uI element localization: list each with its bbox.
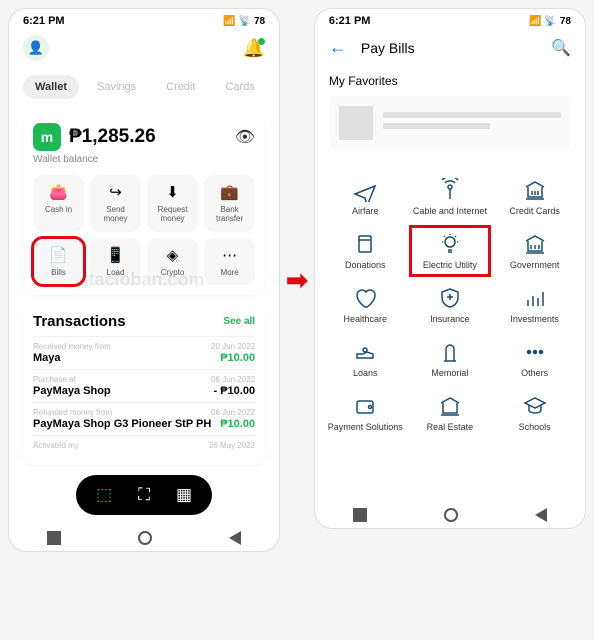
see-all-link[interactable]: See all <box>223 316 255 327</box>
action-bank-transfer[interactable]: 💼Bank transfer <box>204 175 255 232</box>
category-healthcare[interactable]: Healthcare <box>325 280 406 330</box>
send-icon: ↪ <box>94 183 137 201</box>
paybills-header: ← Pay Bills 🔍 <box>315 29 585 66</box>
paybills-screen: 6:21 PM 📶 📡 78 ← Pay Bills 🔍 My Favorite… <box>314 8 586 529</box>
header: 👤 🔔 <box>9 29 279 67</box>
action-cash-in[interactable]: 👛Cash in <box>33 175 84 232</box>
transaction-row[interactable]: Activated my26 May 2022 <box>33 435 255 455</box>
action-crypto[interactable]: ◈Crypto <box>147 238 198 286</box>
home-button[interactable] <box>444 508 458 522</box>
home-button[interactable] <box>138 531 152 545</box>
more-icon: ⋯ <box>208 246 251 264</box>
action-send-money[interactable]: ↪Send money <box>90 175 141 232</box>
maya-logo-icon: m <box>33 123 61 151</box>
wallet-icon <box>327 394 404 418</box>
avatar[interactable]: 👤 <box>23 35 49 61</box>
back-arrow-icon[interactable]: ← <box>329 37 347 58</box>
crypto-icon: ◈ <box>151 246 194 264</box>
bottom-nav-pill: ⬚ ⛶ ▦ <box>76 475 212 515</box>
heart-icon <box>327 286 404 310</box>
transaction-row[interactable]: Received money from20 Jun 2022Maya₱10.00 <box>33 336 255 369</box>
page-title: Pay Bills <box>361 40 537 56</box>
transactions-card: Transactions See all Received money from… <box>23 303 265 465</box>
building-icon <box>496 178 573 202</box>
airplane-icon <box>327 178 404 202</box>
category-government[interactable]: Government <box>494 226 575 276</box>
category-others[interactable]: Others <box>494 334 575 384</box>
wallet-icon: 👛 <box>37 183 80 201</box>
action-more[interactable]: ⋯More <box>204 238 255 286</box>
category-real-estate[interactable]: Real Estate <box>410 388 491 438</box>
time: 6:21 PM <box>329 15 371 27</box>
memorial-icon <box>412 340 489 364</box>
tab-credit[interactable]: Credit <box>154 75 207 99</box>
hand-icon <box>327 340 404 364</box>
request-icon: ⬇ <box>151 183 194 201</box>
recents-button[interactable] <box>47 531 61 545</box>
recents-button[interactable] <box>353 508 367 522</box>
lightbulb-icon <box>412 232 489 256</box>
time: 6:21 PM <box>23 15 65 27</box>
system-nav <box>9 523 279 551</box>
bills-icon: 📄 <box>37 246 80 264</box>
favorites-label: My Favorites <box>329 74 571 88</box>
category-memorial[interactable]: Memorial <box>410 334 491 384</box>
system-nav <box>315 500 585 528</box>
category-electric-utility[interactable]: Electric Utility <box>410 226 491 276</box>
scan-icon[interactable]: ⛶ <box>138 485 150 505</box>
load-icon: 📱 <box>94 246 137 264</box>
transaction-row[interactable]: Refunded money from06 Jun 2022PayMaya Sh… <box>33 402 255 435</box>
favorite-placeholder[interactable] <box>329 96 571 150</box>
balance-card: m ₱1,285.26 👁 Wallet balance 👛Cash in ↪S… <box>23 113 265 295</box>
favorites-section: My Favorites <box>315 66 585 158</box>
chart-icon <box>496 286 573 310</box>
balance-amount: ₱1,285.26 <box>69 126 227 148</box>
category-credit-cards[interactable]: Credit Cards <box>494 172 575 222</box>
status-bar: 6:21 PM 📶 📡 78 <box>315 9 585 29</box>
status-icons: 📶 📡 78 <box>223 16 265 27</box>
category-cable-internet[interactable]: Cable and Internet <box>410 172 491 222</box>
action-grid: 👛Cash in ↪Send money ⬇Request money 💼Ban… <box>33 175 255 285</box>
toggle-visibility-icon[interactable]: 👁 <box>235 127 255 147</box>
category-airfare[interactable]: Airfare <box>325 172 406 222</box>
category-schools[interactable]: Schools <box>494 388 575 438</box>
placeholder-icon <box>339 106 373 140</box>
notifications-button[interactable]: 🔔 <box>243 38 265 59</box>
building-icon <box>412 394 489 418</box>
back-button[interactable] <box>229 531 241 545</box>
action-load[interactable]: 📱Load <box>90 238 141 286</box>
tab-cards[interactable]: Cards <box>213 75 266 99</box>
antenna-icon <box>412 178 489 202</box>
graduation-icon <box>496 394 573 418</box>
balance-label: Wallet balance <box>33 154 255 165</box>
action-bills[interactable]: 📄Bills <box>33 238 84 286</box>
wallet-screen: 6:21 PM 📶 📡 78 👤 🔔 Wallet Savings Credit… <box>8 8 280 552</box>
transaction-row[interactable]: Purchase at06 Jun 2022PayMaya Shop- ₱10.… <box>33 369 255 402</box>
jar-icon <box>327 232 404 256</box>
search-icon[interactable]: 🔍 <box>551 38 571 58</box>
category-investments[interactable]: Investments <box>494 280 575 330</box>
status-icons: 📶 📡 78 <box>529 16 571 27</box>
wallet-tabs: Wallet Savings Credit Cards <box>9 67 279 107</box>
tab-wallet[interactable]: Wallet <box>23 75 79 99</box>
shield-icon <box>412 286 489 310</box>
category-insurance[interactable]: Insurance <box>410 280 491 330</box>
government-icon <box>496 232 573 256</box>
category-grid: Airfare Cable and Internet Credit Cards … <box>315 158 585 442</box>
status-bar: 6:21 PM 📶 📡 78 <box>9 9 279 29</box>
category-payment-solutions[interactable]: Payment Solutions <box>325 388 406 438</box>
category-donations[interactable]: Donations <box>325 226 406 276</box>
tab-savings[interactable]: Savings <box>85 75 148 99</box>
apps-icon[interactable]: ▦ <box>176 485 192 505</box>
bank-icon: 💼 <box>208 183 251 201</box>
dots-icon <box>496 340 573 364</box>
home-icon[interactable]: ⬚ <box>96 485 112 505</box>
transactions-title: Transactions <box>33 313 126 330</box>
action-request-money[interactable]: ⬇Request money <box>147 175 198 232</box>
category-loans[interactable]: Loans <box>325 334 406 384</box>
flow-arrow-icon: ➡ <box>286 265 308 296</box>
back-button[interactable] <box>535 508 547 522</box>
